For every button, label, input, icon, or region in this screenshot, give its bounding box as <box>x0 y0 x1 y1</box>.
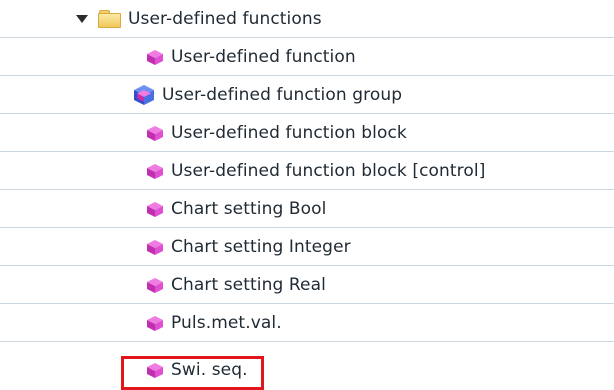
item-label: User-defined function <box>171 46 356 67</box>
folder-label: User-defined functions <box>128 8 322 29</box>
item-label: Chart setting Integer <box>171 236 351 257</box>
tree-row-chart-setting-real[interactable]: Chart setting Real <box>0 266 614 304</box>
tree-row-chart-setting-integer[interactable]: Chart setting Integer <box>0 228 614 266</box>
function-cube-icon <box>145 238 165 256</box>
function-cube-icon <box>145 276 165 294</box>
expand-arrow-icon[interactable] <box>76 14 88 23</box>
function-tree: User-defined functions User-defined func… <box>0 0 614 390</box>
folder-icon <box>98 10 121 28</box>
item-label: User-defined function group <box>162 84 403 105</box>
function-cube-icon <box>145 162 165 180</box>
tree-row-user-defined-function-group[interactable]: User-defined function group <box>0 76 614 114</box>
tree-row-folder[interactable]: User-defined functions <box>0 0 614 38</box>
item-label: Chart setting Bool <box>171 198 327 219</box>
tree-row-user-defined-function[interactable]: User-defined function <box>0 38 614 76</box>
item-label: User-defined function block [control] <box>171 160 486 181</box>
highlight-box <box>121 356 264 390</box>
tree-row-user-defined-function-block[interactable]: User-defined function block <box>0 114 614 152</box>
function-group-icon <box>132 84 156 106</box>
tree-row-user-defined-function-block-control[interactable]: User-defined function block [control] <box>0 152 614 190</box>
function-cube-icon <box>145 48 165 66</box>
tree-row-chart-setting-bool[interactable]: Chart setting Bool <box>0 190 614 228</box>
item-label: Puls.met.val. <box>171 312 282 333</box>
item-label: Chart setting Real <box>171 274 326 295</box>
function-cube-icon <box>145 200 165 218</box>
function-cube-icon <box>145 124 165 142</box>
function-cube-icon <box>145 314 165 332</box>
tree-row-swi-seq[interactable]: Swi. seq. <box>0 342 614 390</box>
item-label: User-defined function block <box>171 122 407 143</box>
tree-row-puls-met-val[interactable]: Puls.met.val. <box>0 304 614 342</box>
